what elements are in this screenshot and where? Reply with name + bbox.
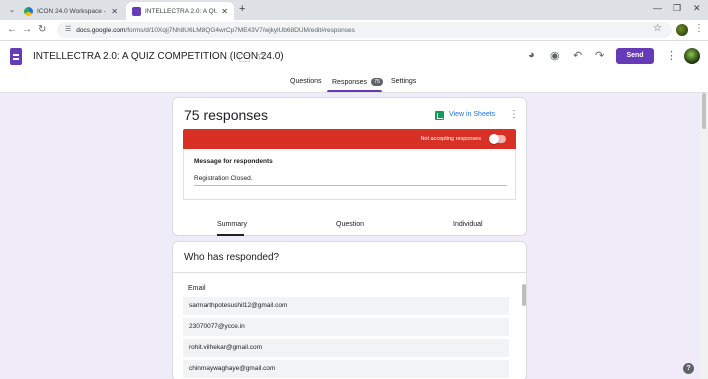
tab-summary[interactable]: Summary bbox=[217, 221, 247, 228]
responses-count: 75 responses bbox=[184, 107, 269, 123]
undo-icon[interactable]: ↶ bbox=[573, 49, 582, 62]
address-bar-row: ← → ↻ ☰ docs.google.com /forms/d/10Xqij7… bbox=[0, 20, 708, 41]
email-list-scrollbar[interactable] bbox=[522, 284, 526, 306]
message-underline bbox=[194, 185, 507, 186]
browser-menu-icon[interactable]: ⋮ bbox=[694, 23, 704, 34]
responses-more-icon[interactable]: ⋮ bbox=[509, 109, 519, 120]
email-row: rohit.vilhekar@gmail.com bbox=[183, 339, 509, 357]
browser-tab-strip: ⌄ ICON 24.0 Workspace - Google ✕ INTELLE… bbox=[0, 0, 708, 20]
tab-responses-label: Responses bbox=[332, 78, 368, 86]
url-input[interactable]: ☰ docs.google.com /forms/d/10Xqij7Nh8U6L… bbox=[57, 22, 672, 38]
summary-tab-indicator bbox=[217, 234, 244, 236]
forms-logo-icon[interactable] bbox=[10, 48, 22, 65]
restore-icon[interactable]: ❐ bbox=[673, 3, 681, 14]
reload-icon[interactable]: ↻ bbox=[38, 24, 46, 36]
who-title: Who has responded? bbox=[184, 252, 280, 263]
message-input[interactable]: Registration Closed. bbox=[194, 175, 253, 182]
star-icon[interactable]: ☆ bbox=[256, 49, 267, 63]
browser-profile-avatar[interactable] bbox=[676, 24, 688, 36]
page-scrollbar[interactable] bbox=[700, 93, 708, 379]
tab-individual[interactable]: Individual bbox=[453, 221, 483, 228]
email-row: sarmarthpotesushil12@gmail.com bbox=[183, 297, 509, 315]
email-row: chinmaywaghaye@gmail.com bbox=[183, 360, 509, 378]
divider bbox=[173, 272, 526, 273]
palette-icon[interactable]: ◕ bbox=[528, 49, 535, 61]
tab-title: ICON 24.0 Workspace - Google bbox=[37, 7, 107, 15]
view-in-sheets-link[interactable]: View in Sheets bbox=[449, 111, 495, 118]
close-icon[interactable]: ✕ bbox=[221, 7, 228, 16]
forms-header: INTELLECTRA 2.0: A QUIZ COMPETITION (ICO… bbox=[0, 41, 708, 93]
minimize-icon[interactable]: — bbox=[653, 3, 662, 13]
folder-icon[interactable]: 🗀 bbox=[239, 50, 250, 69]
url-host: docs.google.com bbox=[76, 26, 126, 34]
tab-question[interactable]: Question bbox=[336, 221, 364, 228]
preview-eye-icon[interactable]: ◉ bbox=[550, 49, 560, 62]
responses-count-badge: 75 bbox=[370, 78, 384, 86]
email-row: 23070077@ycce.in bbox=[183, 318, 509, 336]
bookmark-star-icon[interactable]: ☆ bbox=[653, 23, 662, 34]
close-icon[interactable]: ✕ bbox=[111, 7, 118, 16]
redo-icon[interactable]: ↷ bbox=[595, 49, 604, 62]
send-button[interactable]: Send bbox=[616, 48, 654, 64]
url-path: /forms/d/10Xqij7Nh8U6LM8QG4wrCp7ME43V7/w… bbox=[125, 26, 355, 34]
tab-responses[interactable]: Responses 75 bbox=[332, 78, 384, 86]
toggle-knob[interactable] bbox=[489, 134, 499, 144]
message-title: Message for respondents bbox=[194, 158, 273, 165]
tab-search-icon[interactable]: ⌄ bbox=[6, 4, 18, 16]
sheets-icon[interactable] bbox=[435, 111, 444, 120]
site-info-icon[interactable]: ☰ bbox=[65, 24, 71, 36]
responses-card: 75 responses View in Sheets ⋮ Not accept… bbox=[172, 97, 527, 236]
help-icon[interactable]: ? bbox=[683, 363, 694, 374]
message-for-respondents: Message for respondents Registration Clo… bbox=[183, 149, 516, 200]
accepting-toggle[interactable] bbox=[489, 134, 506, 144]
drive-icon bbox=[24, 6, 33, 16]
accepting-responses-bar: Not accepting responses bbox=[183, 129, 516, 149]
tab-questions[interactable]: Questions bbox=[290, 78, 322, 85]
window-close-icon[interactable]: ✕ bbox=[693, 3, 701, 14]
page-scrollbar-thumb[interactable] bbox=[702, 93, 706, 129]
form-tabs: Questions Responses 75 Settings bbox=[0, 75, 708, 93]
forms-icon bbox=[132, 6, 141, 16]
new-tab-button[interactable]: + bbox=[239, 3, 245, 15]
tab-settings[interactable]: Settings bbox=[391, 78, 416, 85]
active-tab-indicator bbox=[327, 90, 382, 92]
who-has-responded-card: Who has responded? Email sarmarthpotesus… bbox=[172, 241, 527, 379]
browser-tab-form[interactable]: INTELLECTRA 2.0: A QUIZ COM ✕ bbox=[126, 2, 234, 20]
email-column-label: Email bbox=[188, 285, 206, 292]
accepting-label: Not accepting responses bbox=[420, 136, 481, 142]
back-icon[interactable]: ← bbox=[7, 24, 17, 36]
browser-tab-workspace[interactable]: ICON 24.0 Workspace - Google ✕ bbox=[18, 2, 124, 20]
account-avatar[interactable] bbox=[684, 48, 700, 64]
forward-icon[interactable]: → bbox=[22, 24, 32, 36]
more-options-icon[interactable]: ⋮ bbox=[666, 49, 677, 62]
tab-title: INTELLECTRA 2.0: A QUIZ COM bbox=[145, 7, 218, 15]
